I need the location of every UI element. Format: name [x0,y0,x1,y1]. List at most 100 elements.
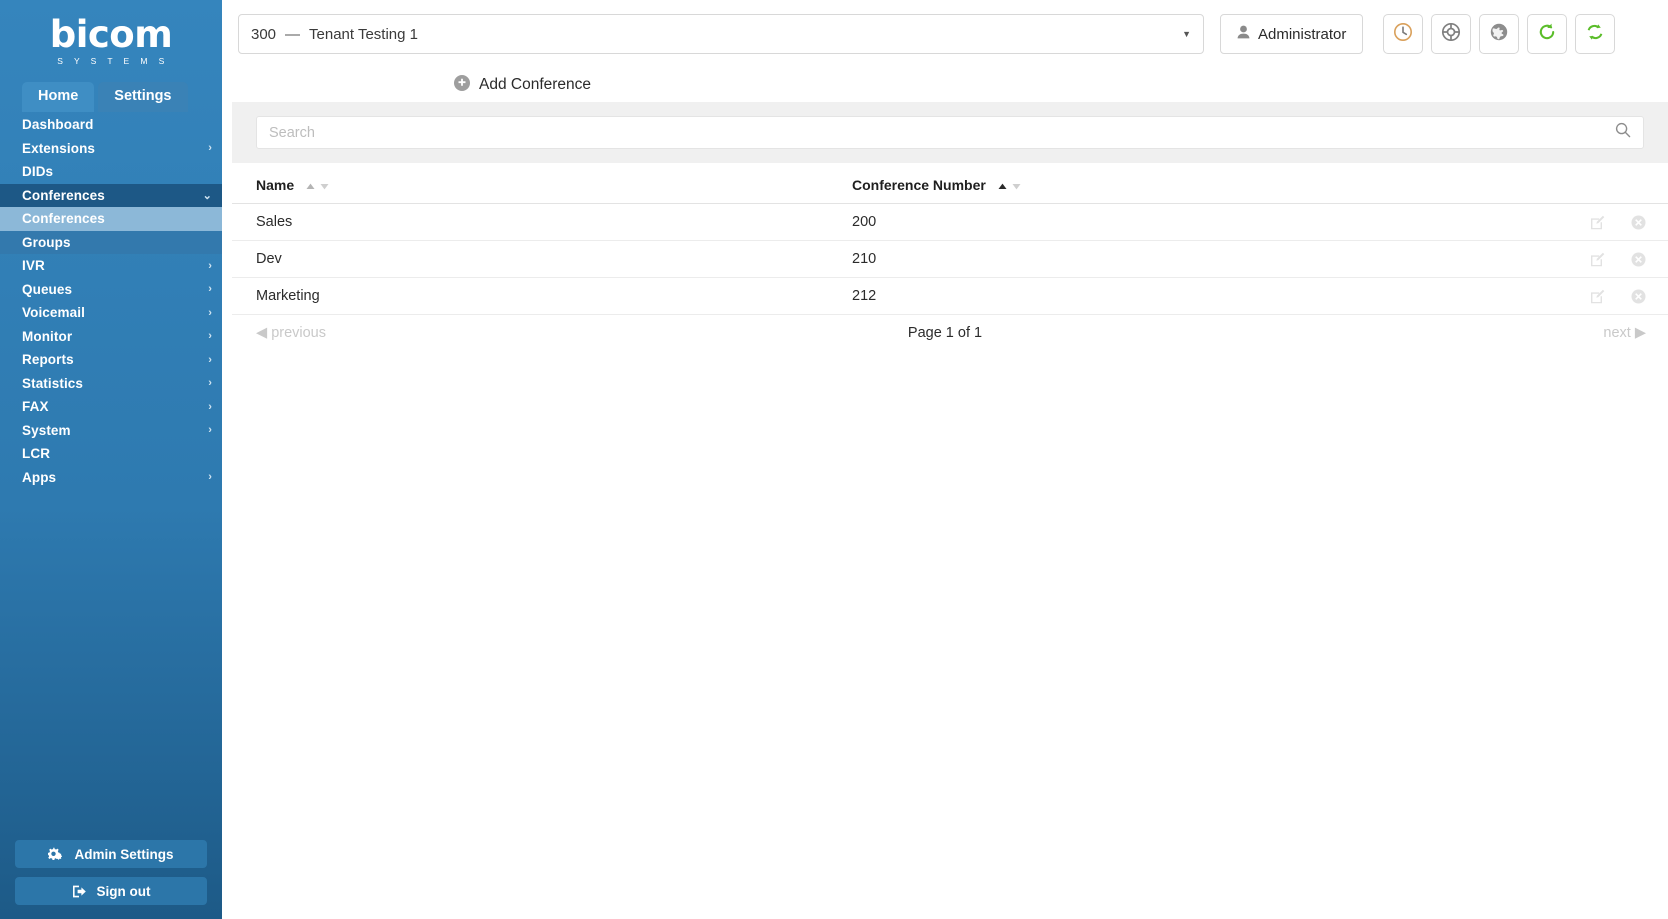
search-input[interactable] [269,124,1615,141]
plus-circle-icon [454,74,470,96]
next-label: next [1603,325,1631,341]
table-header-row: Name Conference Number [232,163,1668,204]
page-indicator: Page 1 of 1 [907,325,983,341]
sidebar-item-label: Apps [22,469,57,485]
add-conference-button[interactable]: Add Conference [454,74,591,96]
edit-icon[interactable] [1590,252,1605,267]
sort-arrows-name [305,182,330,191]
globe-icon-button[interactable] [1479,14,1520,54]
sync-icon [1585,22,1605,47]
sign-out-label: Sign out [96,883,151,899]
edit-icon[interactable] [1590,289,1605,304]
tenant-select[interactable]: 300 — Tenant Testing 1 ▼ [238,14,1204,54]
content-panel: Name Conference Number [222,102,1668,351]
sidebar-item-dashboard[interactable]: Dashboard [0,113,222,137]
caret-left-icon: ◀ [256,325,268,341]
sidebar-item-voicemail[interactable]: Voicemail › [0,301,222,325]
sidebar-item-fax[interactable]: FAX › [0,395,222,419]
table-row[interactable]: Dev 210 [232,240,1668,278]
chevron-right-icon: › [208,400,212,413]
sidebar-item-label: Statistics [22,375,84,391]
column-label-name: Name [256,177,295,193]
table-row[interactable]: Marketing 212 [232,277,1668,315]
column-label-conference-number: Conference Number [852,177,986,193]
search-box[interactable] [256,116,1644,149]
sidebar-item-label: FAX [22,399,49,415]
delete-icon[interactable] [1631,215,1646,230]
app-root: bicom S Y S T E M S Home Settings Dashbo… [0,0,1668,919]
chevron-right-icon: › [208,142,212,155]
sidebar-item-extensions[interactable]: Extensions › [0,137,222,161]
sidebar-item-monitor[interactable]: Monitor › [0,325,222,349]
chevron-right-icon: › [208,330,212,343]
delete-icon[interactable] [1631,252,1646,267]
sort-desc-icon [320,183,329,190]
pagination: ◀ previous Page 1 of 1 next ▶ [222,315,1668,351]
tenant-name: Tenant Testing 1 [309,25,419,43]
cell-actions [1352,240,1668,278]
chevron-right-icon: › [208,424,212,437]
sidebar-item-conferences[interactable]: Conferences [0,207,222,231]
sidebar-item-groups[interactable]: Groups [0,230,222,254]
sidebar: bicom S Y S T E M S Home Settings Dashbo… [0,0,222,919]
chevron-down-icon: ⌄ [202,189,212,202]
chevron-right-icon: › [208,353,212,366]
sync-icon-button[interactable] [1575,14,1616,54]
admin-settings-button[interactable]: Admin Settings [15,840,207,868]
sidebar-item-label: DIDs [22,164,54,180]
user-icon [1237,25,1250,43]
tab-settings[interactable]: Settings [98,82,188,112]
cell-name: Sales [232,203,852,241]
column-header-name[interactable]: Name [232,163,852,204]
column-header-conference-number[interactable]: Conference Number [852,163,1352,204]
tab-home[interactable]: Home [22,82,95,112]
clock-icon [1393,22,1413,47]
sort-arrows-conference-number [997,182,1022,191]
chevron-right-icon: › [208,377,212,390]
cell-conference-number: 210 [852,240,1352,278]
cell-name: Dev [232,240,852,278]
previous-page-button[interactable]: ◀ previous [256,325,326,341]
clock-icon-button[interactable] [1383,14,1424,54]
sidebar-item-system[interactable]: System › [0,419,222,443]
chevron-right-icon: › [208,471,212,484]
sidebar-item-label: Monitor [22,328,73,344]
brand-tagline: S Y S T E M S [57,56,169,66]
sidebar-item-dids[interactable]: DIDs [0,160,222,184]
edit-icon[interactable] [1590,215,1605,230]
sidebar-item-reports[interactable]: Reports › [0,348,222,372]
table-body: Sales 200 Dev 210 Marketing 212 [232,203,1668,315]
sidebar-item-label: Conferences [22,211,105,227]
administrator-button[interactable]: Administrator [1220,14,1364,54]
next-page-button[interactable]: next ▶ [1603,325,1646,341]
top-toolbar: 300 — Tenant Testing 1 ▼ Administrator [222,0,1668,68]
cell-conference-number: 200 [852,203,1352,241]
administrator-label: Administrator [1258,25,1347,43]
main-area: 300 — Tenant Testing 1 ▼ Administrator A… [222,0,1668,919]
reload-icon-button[interactable] [1527,14,1568,54]
sidebar-item-label: IVR [22,258,45,274]
chevron-right-icon: › [208,259,212,272]
reload-icon [1537,22,1557,47]
search-band [232,102,1668,163]
sidebar-item-label: Conferences [22,187,105,203]
sidebar-item-label: Extensions [22,140,96,156]
sidebar-item-label: Groups [22,234,71,250]
sidebar-item-statistics[interactable]: Statistics › [0,372,222,396]
brand-logo[interactable]: bicom S Y S T E M S [0,0,222,82]
table-row[interactable]: Sales 200 [232,203,1668,241]
lifebuoy-icon-button[interactable] [1431,14,1472,54]
sign-out-icon [72,884,88,899]
sidebar-item-lcr[interactable]: LCR [0,442,222,466]
sign-out-button[interactable]: Sign out [15,877,207,905]
sidebar-item-apps[interactable]: Apps › [0,466,222,490]
sidebar-item-queues[interactable]: Queues › [0,278,222,302]
sidebar-item-label: System [22,422,71,438]
sidebar-item-conferences-group[interactable]: Conferences ⌄ [0,183,222,207]
sidebar-item-ivr[interactable]: IVR › [0,254,222,278]
delete-icon[interactable] [1631,289,1646,304]
sort-desc-icon [1012,183,1021,190]
sidebar-nav: Dashboard Extensions › DIDs Conferences … [0,113,222,489]
search-icon[interactable] [1615,122,1631,143]
cell-name: Marketing [232,277,852,315]
